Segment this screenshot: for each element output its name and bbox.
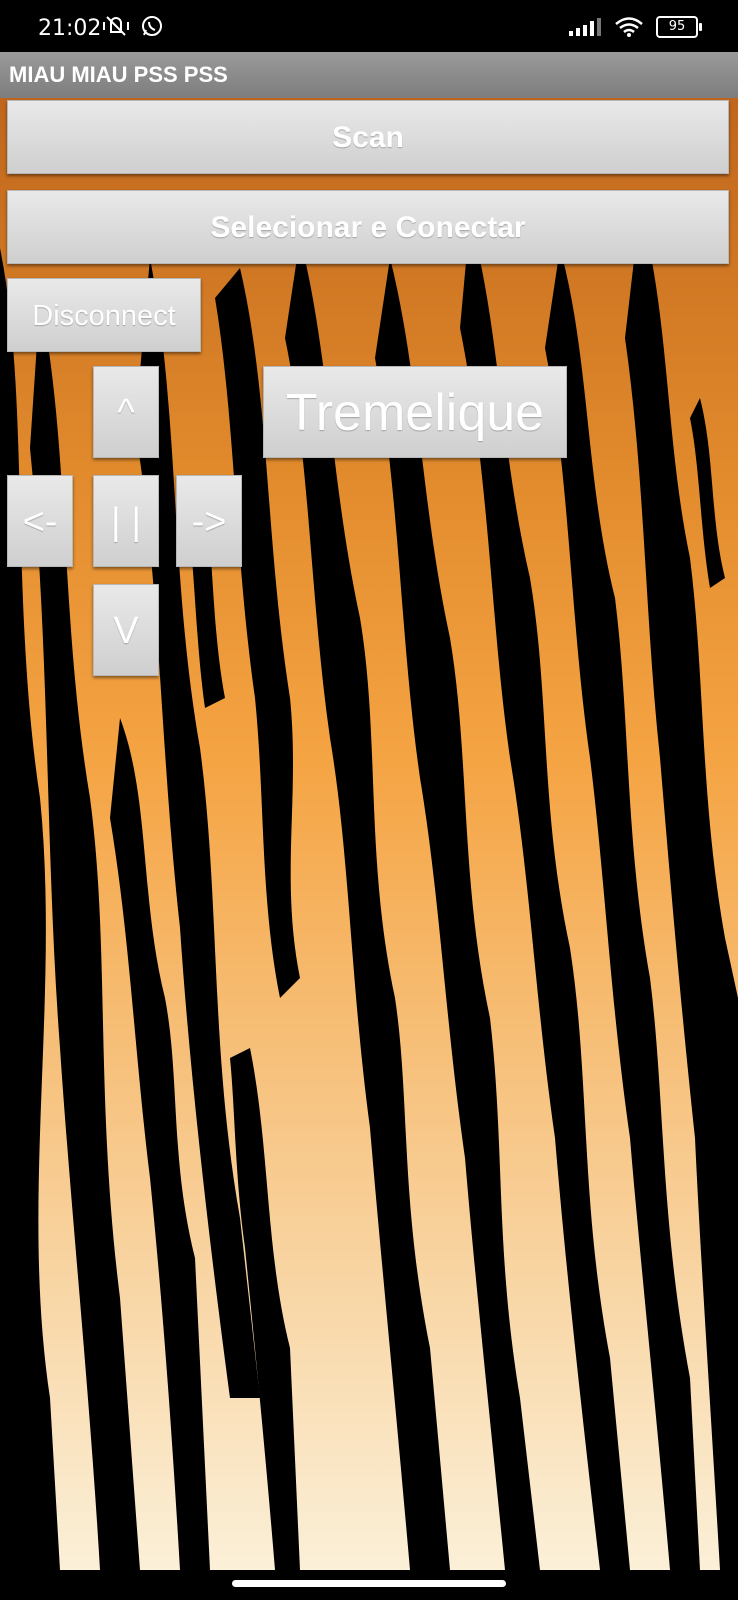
status-bar: 21:02 95 [0,0,738,52]
left-button[interactable]: <- [7,475,73,567]
navigation-bar [0,1570,738,1600]
signal-icon [569,18,601,36]
tiger-background: Scan Selecionar e Conectar Disconnect ^ … [0,98,738,1570]
scan-button[interactable]: Scan [7,100,729,174]
select-connect-button[interactable]: Selecionar e Conectar [7,190,729,264]
up-button[interactable]: ^ [93,366,159,458]
status-time: 21:02 [38,16,102,41]
disconnect-button[interactable]: Disconnect [7,278,201,352]
whatsapp-icon [142,16,162,36]
stop-button[interactable]: | | [93,475,159,567]
wifi-icon [615,17,643,37]
app-title: MIAU MIAU PSS PSS [0,52,738,98]
battery-icon: 95 [656,16,702,38]
mute-vibrate-icon [103,16,129,36]
down-button[interactable]: V [93,584,159,676]
right-button[interactable]: -> [176,475,242,567]
home-indicator[interactable] [232,1580,506,1587]
status-icons-left [102,14,164,38]
status-icons-right: 95 [568,16,702,38]
tremelique-button[interactable]: Tremelique [263,366,567,458]
